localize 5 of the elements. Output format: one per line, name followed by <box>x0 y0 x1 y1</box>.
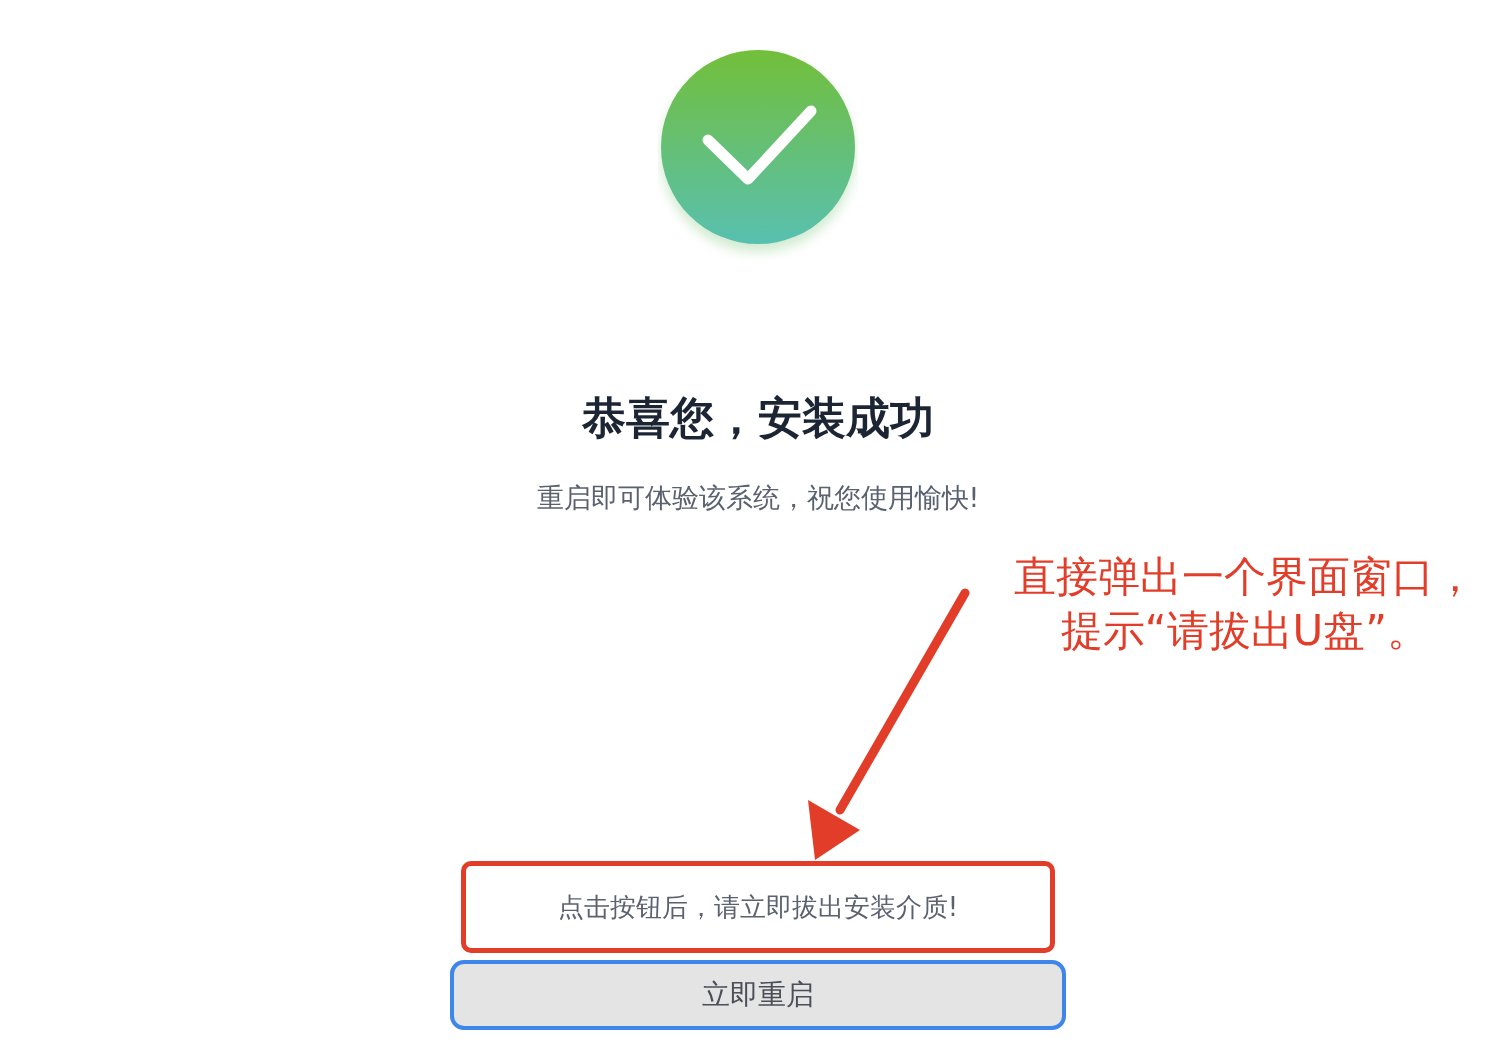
annotation-text: 直接弹出一个界面窗口， 提示“请拔出U盘”。 <box>1013 551 1477 657</box>
notice-text: 点击按钮后，请立即拔出安装介质! <box>557 890 959 924</box>
restart-button[interactable]: 立即重启 <box>450 960 1066 1030</box>
subtitle-text: 重启即可体验该系统，祝您使用愉快! <box>536 481 980 515</box>
success-title: 恭喜您，安装成功 <box>582 391 934 445</box>
